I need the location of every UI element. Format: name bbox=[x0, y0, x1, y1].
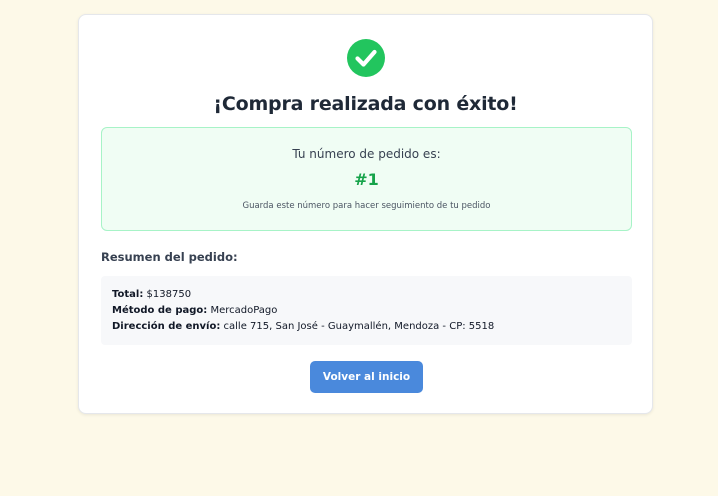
summary-total-label: Total: bbox=[112, 289, 144, 300]
summary-heading: Resumen del pedido: bbox=[101, 250, 238, 264]
check-circle-icon bbox=[347, 39, 385, 77]
summary-address-value: calle 715, San José - Guaymallén, Mendoz… bbox=[223, 321, 495, 332]
order-summary-panel: Total: $138750 Método de pago: MercadoPa… bbox=[101, 276, 632, 345]
summary-payment-label: Método de pago: bbox=[112, 305, 208, 316]
summary-address-label: Dirección de envío: bbox=[112, 321, 221, 332]
summary-address-row: Dirección de envío: calle 715, San José … bbox=[112, 321, 494, 332]
order-number: #1 bbox=[354, 170, 379, 189]
order-confirmation-card: ¡Compra realizada con éxito! Tu número d… bbox=[78, 14, 653, 414]
summary-payment-value: MercadoPago bbox=[210, 305, 278, 316]
summary-total-row: Total: $138750 bbox=[112, 289, 191, 300]
order-number-panel: Tu número de pedido es: #1 Guarda este n… bbox=[101, 127, 632, 231]
order-tracking-hint: Guarda este número para hacer seguimient… bbox=[242, 201, 491, 211]
summary-payment-row: Método de pago: MercadoPago bbox=[112, 305, 277, 316]
summary-total-value: $138750 bbox=[146, 289, 192, 300]
page-title: ¡Compra realizada con éxito! bbox=[213, 93, 518, 115]
order-number-label: Tu número de pedido es: bbox=[292, 147, 441, 161]
back-to-home-button[interactable]: Volver al inicio bbox=[310, 361, 423, 393]
